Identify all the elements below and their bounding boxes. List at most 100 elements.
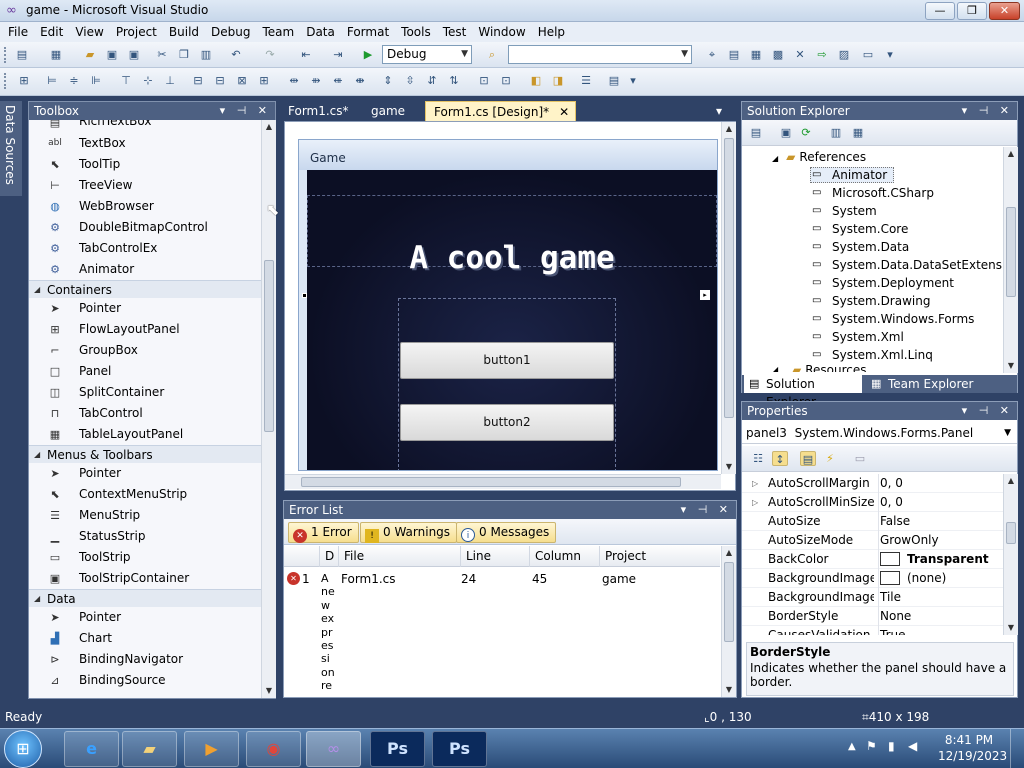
tray-expand-icon[interactable]: ▲ <box>848 741 856 752</box>
toolbox-item-doublebitmapcontrol[interactable]: ⚙ DoubleBitmapControl <box>29 217 261 238</box>
solution-explorer-icon[interactable]: ▤ <box>726 47 742 62</box>
designer-vscrollbar[interactable]: ▲ ▼ <box>721 122 736 474</box>
center-horizontally-icon[interactable]: ⊡ <box>476 73 492 88</box>
tab-order-icon[interactable]: ☰ <box>578 73 594 88</box>
menu-file[interactable]: File <box>0 22 34 42</box>
toolbox-item-bindingsource[interactable]: ⊿ BindingSource <box>29 670 261 691</box>
expand-icon[interactable]: ▷ <box>752 474 758 493</box>
toolbox-item-toolstrip[interactable]: ▭ ToolStrip <box>29 547 261 568</box>
align-lefts-icon[interactable]: ⊨ <box>44 73 60 88</box>
property-value[interactable]: False <box>878 512 910 531</box>
warnings-filter-button[interactable]: ! 0 Warnings <box>360 522 458 543</box>
make-same-width-icon[interactable]: ⊟ <box>190 73 206 88</box>
network-icon[interactable]: ▮ <box>888 739 895 753</box>
errors-filter-button[interactable]: ✕ 1 Error <box>288 522 359 543</box>
toolbox-item-groupbox[interactable]: ⌐ GroupBox <box>29 340 261 361</box>
tree-node-references[interactable]: ◢ ▰ References <box>742 148 1004 166</box>
property-row[interactable]: AutoSizeMode GrowOnly <box>742 531 1004 550</box>
toolbox-icon[interactable]: ✕ <box>792 47 808 62</box>
size-to-grid-icon[interactable]: ⊞ <box>256 73 272 88</box>
increase-horizontal-spacing-icon[interactable]: ⇻ <box>308 73 324 88</box>
toolbox-item-tooltip[interactable]: ⬉ ToolTip <box>29 154 261 175</box>
decrease-horizontal-spacing-icon[interactable]: ⇺ <box>330 73 346 88</box>
scroll-down-icon[interactable]: ▼ <box>722 460 736 474</box>
panel-pin-close-icons[interactable]: ▾ ⊣ ✕ <box>962 102 1013 120</box>
panel-pin-close-icons[interactable]: ▾ ⊣ ✕ <box>962 402 1013 420</box>
clock[interactable]: 8:41 PM 12/19/2023 <box>938 732 1007 764</box>
view-designer-icon[interactable]: ▦ <box>850 125 866 140</box>
horizontal-spacing-icon[interactable]: ⇹ <box>286 73 302 88</box>
toolbox-item-tabcontrolex[interactable]: ⚙ TabControlEx <box>29 238 261 259</box>
internet-explorer-icon[interactable]: e <box>64 731 119 767</box>
panel3[interactable] <box>398 298 616 470</box>
toolbar-overflow-icon[interactable]: ▾ <box>626 73 640 88</box>
toolbox-item-splitcontainer[interactable]: ◫ SplitContainer <box>29 382 261 403</box>
toolbox-item-tabcontrol[interactable]: ⊓ TabControl <box>29 403 261 424</box>
close-button[interactable]: ✕ <box>989 2 1020 20</box>
toolbox-item-bindingnavigator[interactable]: ⊳ BindingNavigator <box>29 649 261 670</box>
align-to-grid-icon[interactable]: ⊞ <box>16 73 32 88</box>
toolbox-item-statusstrip[interactable]: ▁ StatusStrip <box>29 526 261 547</box>
property-value[interactable]: 0, 0 <box>878 474 903 493</box>
save-all-icon[interactable]: ▣ <box>126 47 142 62</box>
scroll-down-icon[interactable]: ▼ <box>1004 359 1018 373</box>
expand-icon[interactable]: ◢ <box>772 364 778 372</box>
game-form[interactable]: Game A cool game ▸ button1 button2 <box>298 139 718 471</box>
menu-format[interactable]: Format <box>341 22 395 42</box>
messages-filter-button[interactable]: i 0 Messages <box>456 522 557 543</box>
data-sources-tab[interactable]: Data Sources <box>0 101 22 196</box>
solution-configuration-select[interactable]: Debug ▼ <box>382 45 472 64</box>
redo-icon[interactable]: ↷ <box>262 47 278 62</box>
button1[interactable]: button1 <box>400 342 614 379</box>
find-in-files-icon[interactable]: ⌕ <box>484 47 500 62</box>
tree-node-ref[interactable]: ▭ Animator <box>742 166 1004 184</box>
scroll-down-icon[interactable]: ▼ <box>722 683 736 697</box>
start-debugging-icon[interactable]: ▶ <box>360 47 376 62</box>
error-list-scrollbar[interactable]: ▲ ▼ <box>721 546 736 697</box>
scroll-thumb[interactable] <box>1006 207 1016 297</box>
menu-debug[interactable]: Debug <box>205 22 256 42</box>
property-row[interactable]: CausesValidation True <box>742 626 1004 635</box>
categorized-icon[interactable]: ☷ <box>750 451 766 466</box>
toolbar-grip[interactable] <box>4 47 7 63</box>
decrease-vertical-spacing-icon[interactable]: ⇵ <box>424 73 440 88</box>
panel-pin-close-icons[interactable]: ▾ ⊣ ✕ <box>681 501 732 519</box>
toolbox-item-animator[interactable]: ⚙ Animator <box>29 259 261 280</box>
error-row[interactable]: ✕ 1 A new expression requires (), [], or… <box>284 568 720 698</box>
menu-window[interactable]: Window <box>472 22 531 42</box>
volume-icon[interactable]: ◀ <box>908 739 917 753</box>
scroll-thumb[interactable] <box>724 562 734 642</box>
menu-test[interactable]: Test <box>437 22 473 42</box>
property-value[interactable]: GrowOnly <box>878 531 939 550</box>
navigate-forward-icon[interactable]: ⇥ <box>330 47 346 62</box>
column-line[interactable]: Line <box>461 546 530 567</box>
copy-icon[interactable]: ❐ <box>176 47 192 62</box>
column-project[interactable]: Project <box>600 546 720 567</box>
file-explorer-icon[interactable]: ▰ <box>122 731 177 767</box>
menu-data[interactable]: Data <box>300 22 341 42</box>
refresh-icon[interactable]: ⟳ <box>798 125 814 140</box>
toolbox-item-pointer[interactable]: ➤ Pointer <box>29 607 261 628</box>
toolbox-item-textbox[interactable]: abl TextBox <box>29 133 261 154</box>
property-value[interactable]: True <box>878 626 906 635</box>
column-description[interactable]: D <box>320 546 339 567</box>
toolbox-item-panel[interactable]: □ Panel <box>29 361 261 382</box>
scroll-up-icon[interactable]: ▲ <box>1004 147 1018 161</box>
media-player-icon[interactable]: ▶ <box>184 731 239 767</box>
command-window-icon[interactable]: ▭ <box>860 47 876 62</box>
start-button[interactable]: ⊞ <box>4 730 42 768</box>
tab-dropdown-icon[interactable]: ▾ <box>716 101 722 121</box>
toolbox-item-pointer[interactable]: ➤ Pointer <box>29 463 261 484</box>
scroll-down-icon[interactable]: ▼ <box>262 684 276 698</box>
property-row[interactable]: BorderStyle None <box>742 607 1004 626</box>
toolbox-item-toolstripcontainer[interactable]: ▣ ToolStripContainer <box>29 568 261 589</box>
remove-vertical-spacing-icon[interactable]: ⇅ <box>446 73 462 88</box>
property-value[interactable]: None <box>878 607 911 626</box>
selection-handle[interactable] <box>302 293 307 298</box>
add-item-icon[interactable]: ▦ <box>48 47 64 62</box>
chrome-icon[interactable]: ◉ <box>246 731 301 767</box>
toolbox-item-menustrip[interactable]: ☰ MenuStrip <box>29 505 261 526</box>
undo-icon[interactable]: ↶ <box>228 47 244 62</box>
toolbox-item-richtextbox[interactable]: ▤ RichTextBox <box>29 120 261 133</box>
properties-scrollbar[interactable]: ▲ ▼ <box>1003 474 1018 635</box>
